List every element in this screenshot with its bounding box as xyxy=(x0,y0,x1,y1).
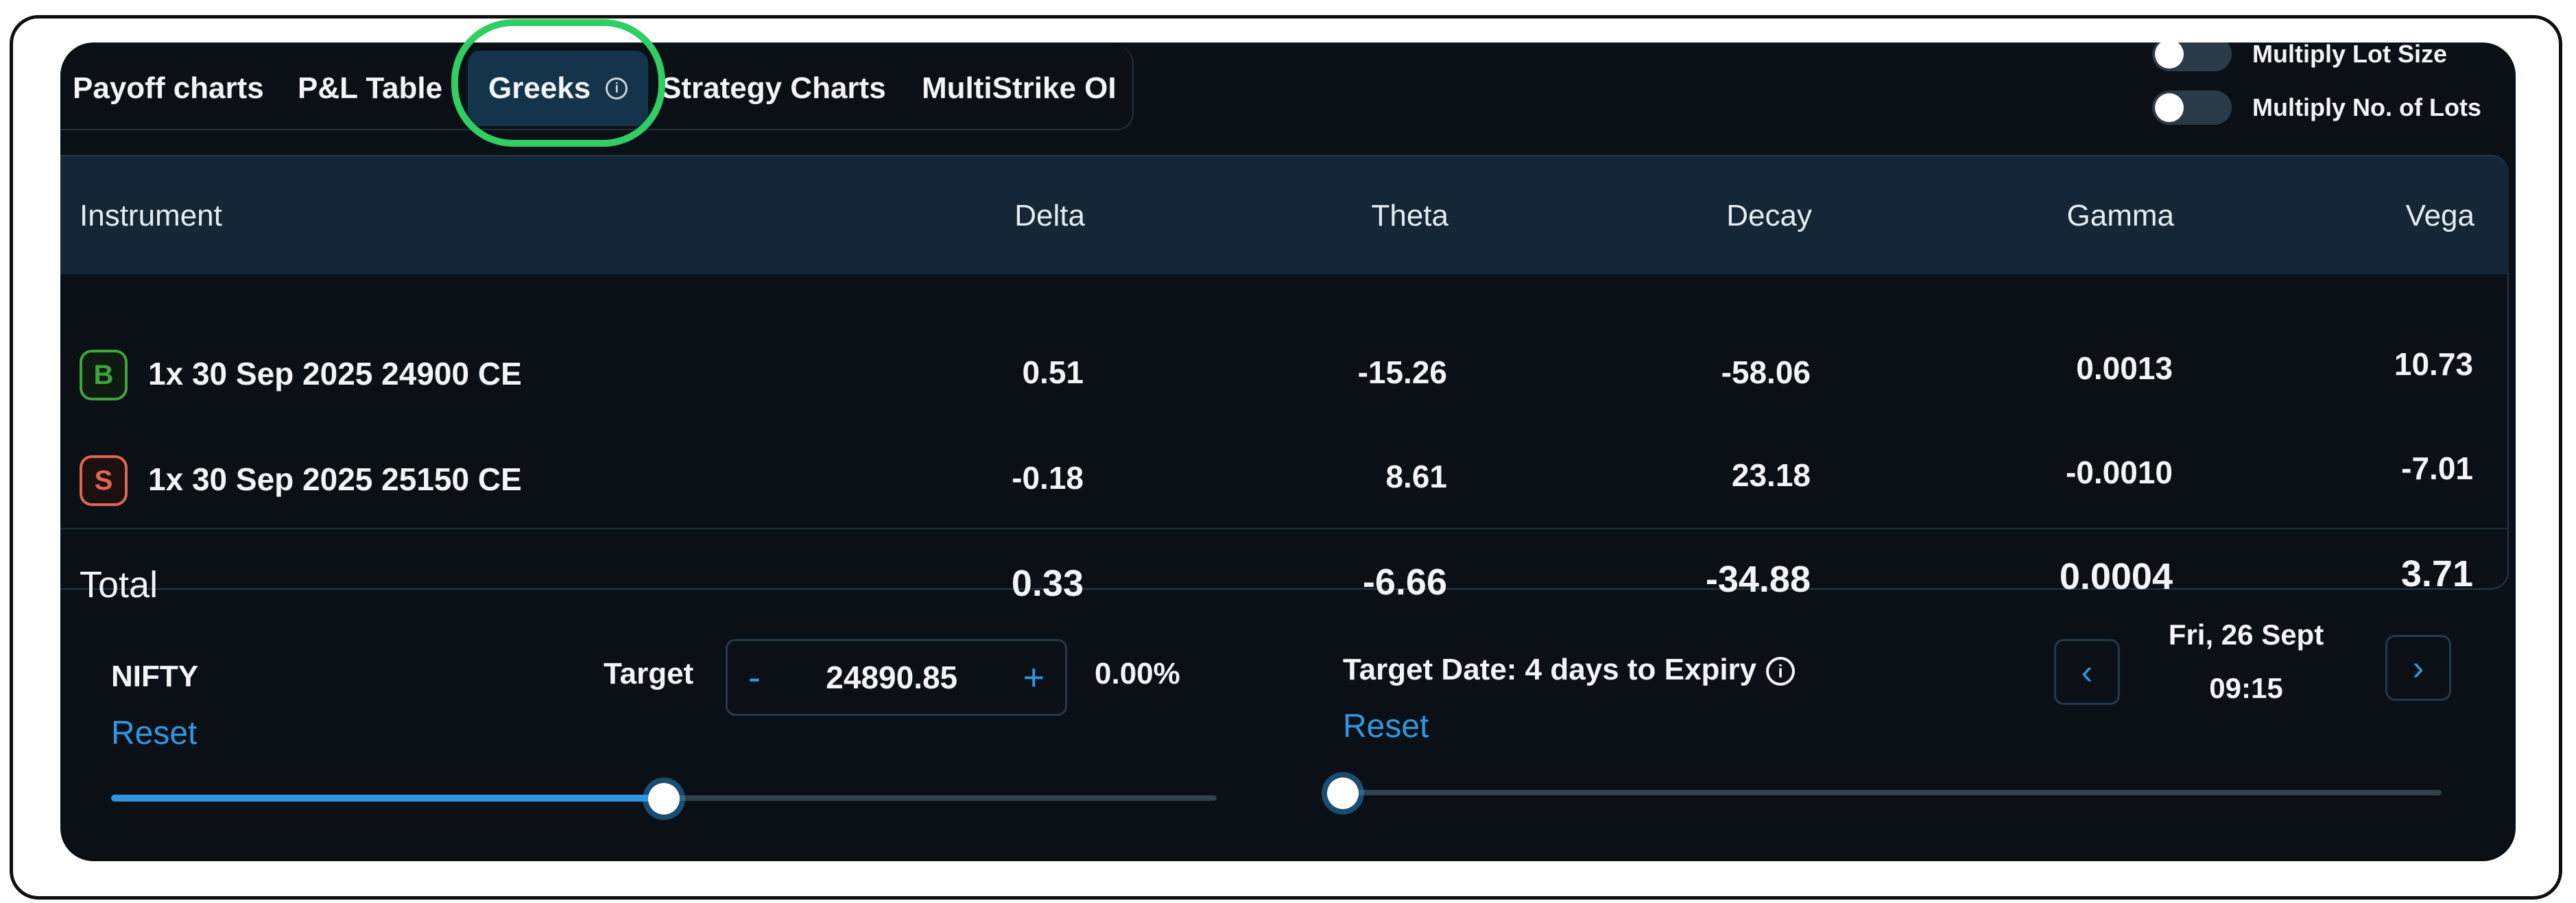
target-percent: 0.00% xyxy=(1095,657,1180,690)
target-date-time: 09:15 xyxy=(2209,672,2283,704)
tab-label: Payoff charts xyxy=(73,71,264,105)
greeks-table-header: Instrument Delta Theta Decay Gamma Vega xyxy=(60,155,2509,274)
multiply-no-of-lots-label: Multiply No. of Lots xyxy=(2252,93,2481,121)
total-divider xyxy=(60,528,2509,529)
underlying-name: NIFTY xyxy=(111,660,199,693)
tab-label: Greeks xyxy=(488,71,591,105)
delta-value: 0.51 xyxy=(1022,354,1084,390)
tab-label: Strategy Charts xyxy=(661,71,886,105)
tab-payoff-charts[interactable]: Payoff charts xyxy=(73,47,264,130)
target-reset-link[interactable]: Reset xyxy=(111,714,197,752)
multiply-lot-size-toggle[interactable] xyxy=(2152,43,2232,71)
toggle-knob xyxy=(2155,93,2184,122)
tab-label: P&L Table xyxy=(298,71,443,105)
total-gamma: 0.0004 xyxy=(2059,556,2173,597)
target-slider-handle[interactable] xyxy=(648,783,680,815)
target-date-day: Fri, 26 Sept xyxy=(2168,618,2324,651)
multiply-no-of-lots-toggle[interactable] xyxy=(2152,91,2232,125)
total-label: Total xyxy=(80,564,158,605)
date-slider-handle[interactable] xyxy=(1327,778,1359,809)
vega-value: -7.01 xyxy=(2401,450,2473,486)
header-delta: Delta xyxy=(1014,199,1085,232)
tab-multistrike-oi[interactable]: MultiStrike OI xyxy=(922,47,1117,130)
target-date-label: Target Date: 4 days to Expiry i xyxy=(1343,653,1796,687)
sell-badge: S xyxy=(80,455,128,506)
total-decay: -34.88 xyxy=(1705,559,1811,600)
greeks-table-body: B 1x 30 Sep 2025 24900 CE 0.51 -15.26 -5… xyxy=(60,273,2509,605)
info-icon[interactable]: i xyxy=(1766,657,1796,686)
theta-value: 8.61 xyxy=(1385,459,1447,494)
total-theta: -6.66 xyxy=(1362,562,1447,603)
decrement-button[interactable]: - xyxy=(748,656,761,699)
toggle-knob xyxy=(2155,43,2184,69)
greeks-panel: Payoff charts P&L Table Greeks i Strateg… xyxy=(60,43,2516,861)
tab-label: MultiStrike OI xyxy=(922,71,1117,105)
date-reset-link[interactable]: Reset xyxy=(1343,708,1429,745)
date-slider-track[interactable] xyxy=(1343,790,2442,795)
target-slider-fill xyxy=(111,795,664,802)
decay-value: 23.18 xyxy=(1731,457,1811,493)
header-theta: Theta xyxy=(1371,199,1448,232)
tab-greeks[interactable]: Greeks i xyxy=(468,51,649,126)
target-price-value[interactable]: 24890.85 xyxy=(826,659,957,696)
gamma-value: -0.0010 xyxy=(2065,455,2173,490)
tab-bar: Payoff charts P&L Table Greeks i Strateg… xyxy=(60,47,1134,130)
target-date-text: Target Date: 4 days to Expiry xyxy=(1343,653,1757,686)
instrument-name: 1x 30 Sep 2025 24900 CE xyxy=(148,356,522,392)
gamma-value: 0.0013 xyxy=(2076,350,2173,386)
buy-badge: B xyxy=(80,350,128,400)
multiply-lot-size-label: Multiply Lot Size xyxy=(2252,43,2447,68)
chevron-right-icon[interactable]: › xyxy=(2385,635,2451,701)
header-instrument: Instrument xyxy=(80,199,222,232)
vega-value: 10.73 xyxy=(2394,346,2473,382)
tab-pl-table[interactable]: P&L Table xyxy=(298,47,442,130)
multiply-lot-size-row[interactable]: Multiply Lot Size xyxy=(2152,43,2447,71)
target-price-stepper: - 24890.85 + xyxy=(726,639,1067,716)
instrument-name: 1x 30 Sep 2025 25150 CE xyxy=(148,461,522,497)
increment-button[interactable]: + xyxy=(1023,656,1045,699)
theta-value: -15.26 xyxy=(1357,354,1447,390)
chevron-left-icon[interactable]: ‹ xyxy=(2054,639,2120,705)
header-gamma: Gamma xyxy=(2066,199,2174,232)
total-delta: 0.33 xyxy=(1011,563,1084,604)
decay-value: -58.06 xyxy=(1721,354,1811,390)
header-decay: Decay xyxy=(1726,199,1812,232)
multiply-no-of-lots-row[interactable]: Multiply No. of Lots xyxy=(2152,91,2481,125)
target-label: Target xyxy=(604,657,694,690)
header-vega: Vega xyxy=(2405,199,2474,232)
tab-strategy-charts[interactable]: Strategy Charts xyxy=(661,47,886,130)
delta-value: -0.18 xyxy=(1012,460,1084,496)
info-icon: i xyxy=(606,77,628,99)
total-vega: 3.71 xyxy=(2400,553,2473,594)
